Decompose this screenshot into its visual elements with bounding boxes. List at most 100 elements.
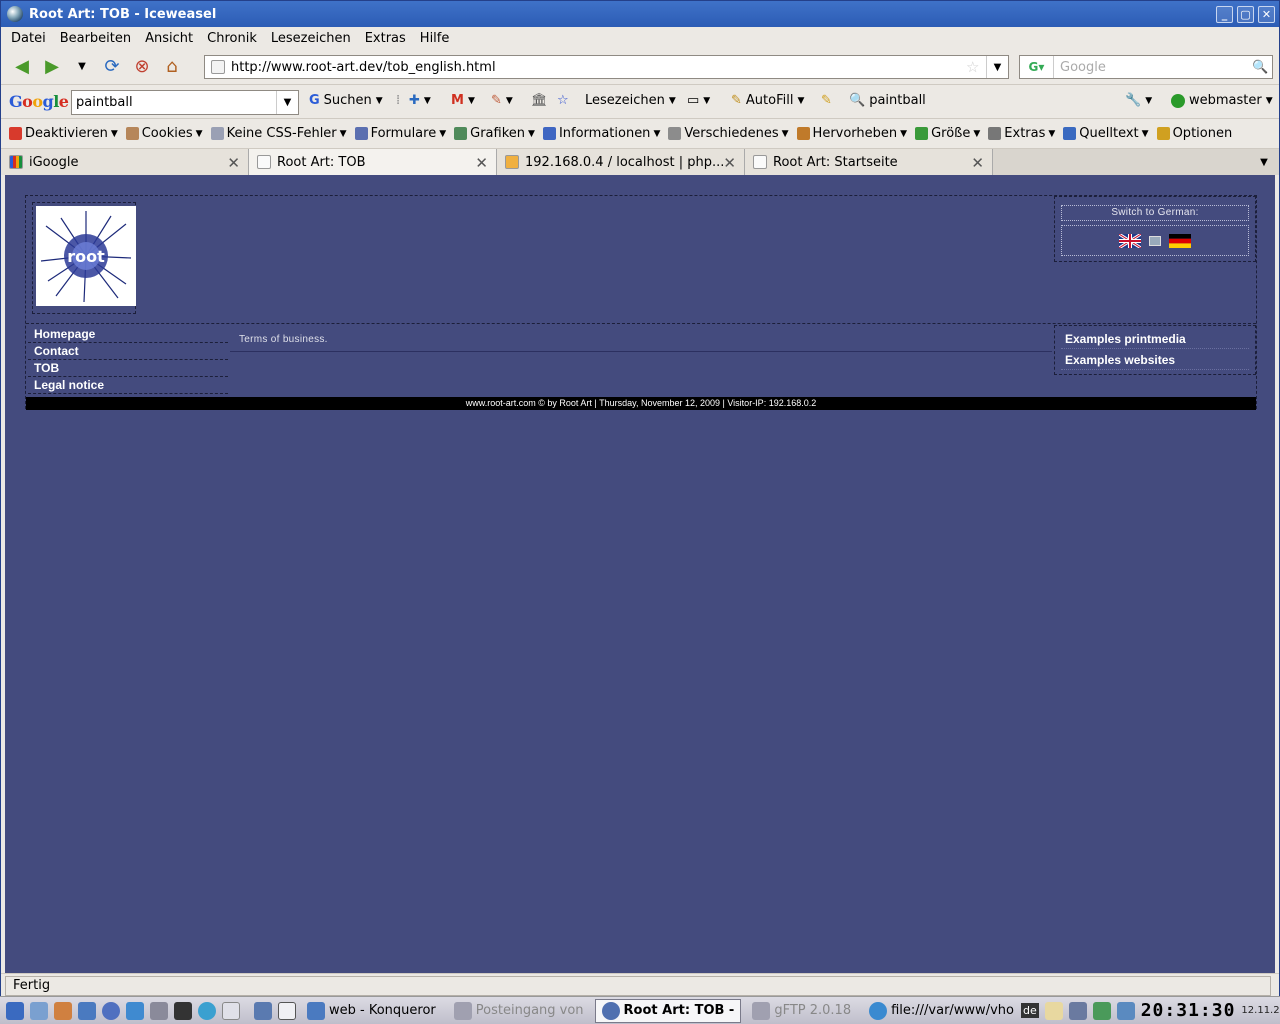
account-button[interactable]: webmaster ▼ [1171,93,1273,108]
title-bar[interactable]: Root Art: TOB - Iceweasel _ ▢ ✕ [1,1,1279,27]
home-icon[interactable]: ⌂ [159,54,185,80]
clipboard-icon[interactable] [1044,1001,1063,1020]
network-icon[interactable] [1092,1001,1111,1020]
home-folder-icon[interactable] [54,1001,72,1020]
nav-link-contact[interactable]: Contact [28,343,228,360]
keyboard-layout-indicator[interactable]: de [1020,1003,1039,1018]
cube-app-icon[interactable] [126,1001,144,1020]
url-text[interactable]: http://www.root-art.dev/tob_english.html [231,60,966,75]
search-input[interactable]: Google [1054,60,1252,75]
webdev-menu-8[interactable]: Größe ▼ [915,126,980,141]
webdev-menu-6[interactable]: Verschiedenes ▼ [668,126,789,141]
root-art-logo[interactable]: root [36,206,136,306]
task-konqueror[interactable]: web - Konqueror [300,999,443,1023]
menu-ansicht[interactable]: Ansicht [145,31,193,46]
add-button-icon[interactable]: ✚ ▼ [409,93,431,108]
k-menu-icon[interactable] [6,1001,24,1020]
clock-date[interactable]: 12.11.2009 [1241,1005,1280,1016]
maximize-button[interactable]: ▢ [1237,5,1254,23]
site-identity-icon[interactable] [211,60,225,74]
search-icon[interactable]: 🔍 [1252,60,1272,75]
close-window-button[interactable]: ✕ [1258,5,1275,23]
search-box[interactable]: G ▾ Google 🔍 [1019,55,1273,79]
wrench-settings-icon[interactable]: 🔧 ▼ [1125,93,1152,108]
menu-hilfe[interactable]: Hilfe [420,31,450,46]
webdev-menu-1[interactable]: Cookies ▼ [125,126,203,141]
task-posteingang[interactable]: Posteingang von [447,999,591,1023]
webdev-menu-10[interactable]: Quelltext ▼ [1063,126,1149,141]
task-gftp[interactable]: gFTP 2.0.18 [745,999,858,1023]
link-examples-websites[interactable]: Examples websites [1061,351,1249,370]
url-history-dropdown-icon[interactable]: ▼ [986,56,1008,78]
bookmark-star-icon[interactable]: ☆ [966,58,986,76]
network-app-icon[interactable] [198,1001,216,1020]
uk-flag-icon[interactable] [1119,233,1141,248]
back-arrow-icon[interactable]: ◀ [9,54,35,80]
menu-bearbeiten[interactable]: Bearbeiten [60,31,131,46]
link-examples-printmedia[interactable]: Examples printmedia [1061,330,1249,349]
forward-arrow-icon[interactable]: ▶ [39,54,65,80]
close-tab-icon[interactable]: ✕ [227,154,240,172]
show-desktop-icon[interactable] [30,1001,48,1020]
address-bar[interactable]: http://www.root-art.dev/tob_english.html… [204,55,1009,79]
tab-igoogle[interactable]: iGoogle ✕ [1,149,249,175]
webdev-menu-9[interactable]: Extras ▼ [988,126,1055,141]
popup-blocker-icon[interactable]: ▭ ▼ [687,93,710,108]
stop-icon[interactable]: ⊗ [129,54,155,80]
nav-link-legal-notice[interactable]: Legal notice [28,377,228,394]
webdev-menu-4[interactable]: Grafiken ▼ [454,126,535,141]
desktop-1-icon[interactable] [254,1001,272,1020]
webdev-menu-2[interactable]: Keine CSS-Fehler ▼ [210,126,347,141]
webdev-menu-7[interactable]: Hervorheben ▼ [796,126,907,141]
google-search-field[interactable]: paintball ▼ [71,90,299,115]
minimize-button[interactable]: _ [1216,5,1233,23]
webdev-menu-5[interactable]: Informationen ▼ [542,126,660,141]
bookmark-star-icon[interactable]: ☆ [557,93,569,108]
close-tab-icon[interactable]: ✕ [723,154,736,172]
tab-root-art-tob[interactable]: Root Art: TOB ✕ [249,149,497,175]
history-dropdown-icon[interactable]: ▼ [69,54,95,80]
highlight-pen-icon[interactable]: ✎ [821,93,832,108]
library-icon[interactable]: 🏛 [531,93,548,108]
menu-lesezeichen[interactable]: Lesezeichen [271,31,351,46]
gmail-icon[interactable]: M ▼ [451,93,475,108]
task-iceweasel[interactable]: Root Art: TOB - [594,998,742,1023]
google-bookmarks-button[interactable]: Lesezeichen ▼ [585,93,676,108]
menu-datei[interactable]: Datei [11,31,46,46]
chevron-down-icon: ▼ [1145,95,1153,106]
close-tab-icon[interactable]: ✕ [971,154,984,172]
menu-extras[interactable]: Extras [365,31,406,46]
google-toolbar: Google paintball ▼ G Suchen ▼ ⁞ ✚ ▼ M ▼ ✎ ▼ 🏛… [1,85,1279,119]
google-search-button[interactable]: G Suchen ▼ [309,93,383,108]
tab-root-art-startseite[interactable]: Root Art: Startseite ✕ [745,149,993,175]
tab-list-dropdown-icon[interactable]: ▼ [1249,149,1279,175]
highlight-term-button[interactable]: 🔍 paintball [849,93,926,108]
search-engine-selector[interactable]: G ▾ [1020,56,1054,78]
google-query-text[interactable]: paintball [76,95,133,110]
device-icon[interactable] [1116,1001,1135,1020]
volume-icon[interactable] [1068,1001,1087,1020]
tab-phpmyadmin[interactable]: 192.168.0.4 / localhost | php... ✕ [497,149,745,175]
image-app-icon[interactable] [150,1001,168,1020]
menu-chronik[interactable]: Chronik [207,31,257,46]
editor-icon[interactable] [222,1001,240,1020]
autofill-button[interactable]: ✎ AutoFill ▼ [731,93,804,108]
pagerank-icon[interactable]: ✎ ▼ [491,93,513,108]
terminal-icon[interactable] [174,1001,192,1020]
nav-link-tob[interactable]: TOB [28,360,228,377]
webdev-menu-3[interactable]: Formulare ▼ [354,126,446,141]
task-file-browser[interactable]: file:///var/www/vho [862,999,1021,1023]
google-query-dropdown-icon[interactable]: ▼ [276,91,298,114]
google-logo[interactable]: Google [9,92,69,111]
browser-launcher-icon[interactable] [102,1001,120,1020]
clock-time[interactable]: 20:31:30 [1141,1000,1236,1021]
reload-icon[interactable]: ⟳ [99,54,125,80]
webdev-menu-0[interactable]: Deaktivieren ▼ [9,126,118,141]
close-tab-icon[interactable]: ✕ [475,154,488,172]
webdev-item-label: Keine CSS-Fehler [226,126,337,141]
konqueror-icon[interactable] [78,1001,96,1020]
desktop-2-icon[interactable] [278,1001,296,1020]
webdev-menu-11[interactable]: Optionen [1156,126,1232,141]
german-flag-icon[interactable] [1169,233,1191,248]
nav-link-homepage[interactable]: Homepage [28,326,228,343]
